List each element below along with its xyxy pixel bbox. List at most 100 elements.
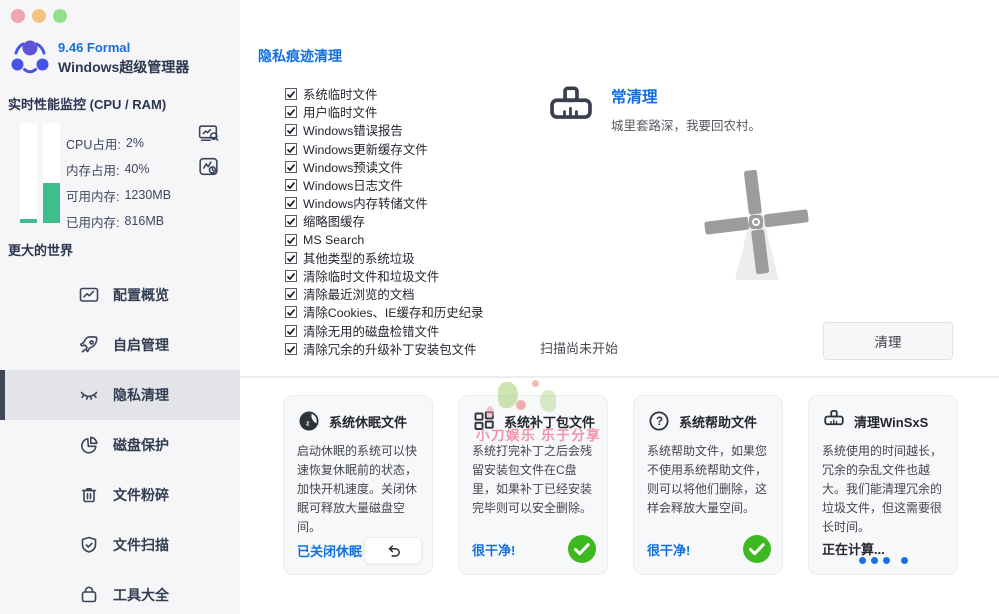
shield-check-icon bbox=[78, 534, 100, 556]
closed-eye-icon bbox=[78, 384, 100, 406]
cleanup-option[interactable]: 清除最近浏览的文档 bbox=[285, 285, 483, 303]
app-version: 9.46 Formal bbox=[58, 40, 189, 55]
svg-text:?: ? bbox=[656, 416, 663, 428]
clean-button[interactable]: 清理 bbox=[823, 322, 953, 360]
card-status: 很干净! bbox=[647, 540, 690, 559]
performance-history-icon[interactable] bbox=[196, 154, 221, 179]
card-title: 系统休眠文件 bbox=[329, 412, 407, 431]
sidebar-item-label: 文件粉碎 bbox=[113, 485, 169, 505]
main-content: 隐私痕迹清理 系统临时文件 用户临时文件 Windows错误报告 Windows… bbox=[240, 0, 999, 614]
checkbox-checked[interactable] bbox=[285, 306, 297, 318]
card-status: 很干净! bbox=[472, 540, 515, 559]
sidebar-item-label: 配置概览 bbox=[113, 285, 169, 305]
cleanup-option[interactable]: Windows日志文件 bbox=[285, 176, 483, 194]
scan-status: 扫描尚未开始 bbox=[540, 338, 618, 357]
svg-text:z: z bbox=[306, 421, 310, 428]
sidebar: 9.46 Formal Windows超级管理器 实时性能监控 (CPU / R… bbox=[0, 0, 240, 614]
clean-check-icon bbox=[567, 534, 597, 564]
cleanup-option[interactable]: 清除冗余的升级补丁安装包文件 bbox=[285, 340, 483, 358]
cleanup-option[interactable]: 其他类型的系统垃圾 bbox=[285, 249, 483, 267]
undo-button[interactable] bbox=[364, 537, 422, 564]
sidebar-item-label: 工具大全 bbox=[113, 585, 169, 605]
windmill-blade bbox=[704, 217, 749, 235]
app-logo bbox=[8, 38, 52, 78]
used-ram-stat: 已用内存:816MB bbox=[66, 208, 171, 234]
cleanup-option[interactable]: 缩略图缓存 bbox=[285, 212, 483, 230]
traffic-light-minimize[interactable] bbox=[32, 9, 46, 23]
cleanup-option[interactable]: 清除临时文件和垃圾文件 bbox=[285, 267, 483, 285]
resource-monitor-icon[interactable] bbox=[196, 121, 221, 146]
sidebar-item-label: 磁盘保护 bbox=[113, 435, 169, 455]
checkbox-checked[interactable] bbox=[285, 124, 297, 136]
cleanup-option[interactable]: 用户临时文件 bbox=[285, 103, 483, 121]
cpu-usage-bar bbox=[20, 123, 37, 223]
ram-usage-bar bbox=[43, 123, 60, 223]
checkbox-checked[interactable] bbox=[285, 288, 297, 300]
sidebar-item-privacy-clean[interactable]: 隐私清理 bbox=[0, 370, 240, 420]
checkbox-checked[interactable] bbox=[285, 234, 297, 246]
cleanup-options-list: 系统临时文件 用户临时文件 Windows错误报告 Windows更新缓存文件 … bbox=[285, 85, 483, 358]
cleanup-option[interactable]: Windows错误报告 bbox=[285, 121, 483, 139]
sidebar-menu: 配置概览 自启管理 隐 bbox=[0, 270, 240, 614]
card-description: 系统打完补丁之后会残留安装包文件在C盘里，如果补丁已经安装完毕则可以安全删除。 bbox=[472, 442, 596, 518]
cleanup-option[interactable]: Windows预读文件 bbox=[285, 158, 483, 176]
sidebar-item-file-scan[interactable]: 文件扫描 bbox=[0, 520, 240, 570]
app-name: Windows超级管理器 bbox=[58, 57, 189, 77]
watermark-splat bbox=[532, 380, 539, 387]
performance-monitor-title: 实时性能监控 (CPU / RAM) bbox=[8, 94, 166, 113]
clean-check-icon bbox=[742, 534, 772, 564]
window-traffic-lights bbox=[11, 9, 67, 23]
hibernation-status-link[interactable]: 已关闭休眠 bbox=[297, 541, 362, 560]
sleep-icon: z bbox=[297, 409, 321, 433]
sidebar-item-label: 文件扫描 bbox=[113, 535, 169, 555]
quick-clean-header: 常清理 城里套路深，我要回农村。 bbox=[545, 84, 761, 136]
sidebar-item-label: 隐私清理 bbox=[113, 385, 169, 405]
card-description: 系统帮助文件，如果您不使用系统帮助文件，则可以将他们删除，这样会释放大量空间。 bbox=[647, 442, 771, 518]
system-cards: z 系统休眠文件 启动休眠的系统可以快速恢复休眠前的状态，加快开机速度。关闭休眠… bbox=[283, 395, 958, 575]
chart-icon bbox=[78, 284, 100, 306]
windmill-blade bbox=[743, 170, 761, 215]
page-title: 隐私痕迹清理 bbox=[258, 46, 342, 66]
sidebar-item-disk-protect[interactable]: 磁盘保护 bbox=[0, 420, 240, 470]
checkbox-checked[interactable] bbox=[285, 270, 297, 282]
cleanup-option[interactable]: 系统临时文件 bbox=[285, 85, 483, 103]
card-title: 系统帮助文件 bbox=[679, 412, 757, 431]
checkbox-checked[interactable] bbox=[285, 179, 297, 191]
toolbag-icon bbox=[78, 584, 100, 606]
quick-clean-subtitle: 城里套路深，我要回农村。 bbox=[611, 115, 761, 134]
rocket-icon bbox=[78, 334, 100, 356]
checkbox-checked[interactable] bbox=[285, 215, 297, 227]
checkbox-checked[interactable] bbox=[285, 325, 297, 337]
cleanup-option[interactable]: MS Search bbox=[285, 231, 483, 249]
sidebar-item-toolbox[interactable]: 工具大全 bbox=[0, 570, 240, 614]
traffic-light-maximize[interactable] bbox=[53, 9, 67, 23]
section-divider bbox=[240, 376, 999, 378]
sidebar-item-config-overview[interactable]: 配置概览 bbox=[0, 270, 240, 320]
card-description: 系统使用的时间越长，冗余的杂乱文件也越大。我们能清理冗余的垃圾文件，但这需要很长… bbox=[822, 442, 946, 537]
checkbox-checked[interactable] bbox=[285, 88, 297, 100]
cleanup-option[interactable]: Windows更新缓存文件 bbox=[285, 140, 483, 158]
card-title: 系统补丁包文件 bbox=[504, 412, 595, 431]
cleanup-option[interactable]: 清除无用的磁盘检错文件 bbox=[285, 321, 483, 339]
traffic-light-close[interactable] bbox=[11, 9, 25, 23]
card-winsxs-clean: 清理WinSxS 系统使用的时间越长，冗余的杂乱文件也越大。我们能清理冗余的垃圾… bbox=[808, 395, 958, 575]
checkbox-checked[interactable] bbox=[285, 343, 297, 355]
checkbox-checked[interactable] bbox=[285, 106, 297, 118]
cleanup-option[interactable]: Windows内存转储文件 bbox=[285, 194, 483, 212]
performance-stats: CPU占用:2% 内存占用:40% 可用内存:1230MB 已用内存:816MB bbox=[66, 130, 171, 234]
checkbox-checked[interactable] bbox=[285, 197, 297, 209]
question-icon: ? bbox=[647, 409, 671, 433]
cpu-usage-stat: CPU占用:2% bbox=[66, 130, 171, 156]
checkbox-checked[interactable] bbox=[285, 161, 297, 173]
quick-clean-title: 常清理 bbox=[611, 85, 761, 107]
card-help-files: ? 系统帮助文件 系统帮助文件，如果您不使用系统帮助文件，则可以将他们删除，这样… bbox=[633, 395, 783, 575]
ram-usage-stat: 内存占用:40% bbox=[66, 156, 171, 182]
checkbox-checked[interactable] bbox=[285, 143, 297, 155]
card-patch-files: 系统补丁包文件 系统打完补丁之后会残留安装包文件在C盘里，如果补丁已经安装完毕则… bbox=[458, 395, 608, 575]
cleanup-option[interactable]: 清除Cookies、IE缓存和历史纪录 bbox=[285, 303, 483, 321]
sidebar-item-autostart[interactable]: 自启管理 bbox=[0, 320, 240, 370]
windmill-illustration bbox=[698, 168, 814, 280]
sidebar-item-file-shred[interactable]: 文件粉碎 bbox=[0, 470, 240, 520]
broom-icon bbox=[822, 409, 846, 433]
checkbox-checked[interactable] bbox=[285, 252, 297, 264]
